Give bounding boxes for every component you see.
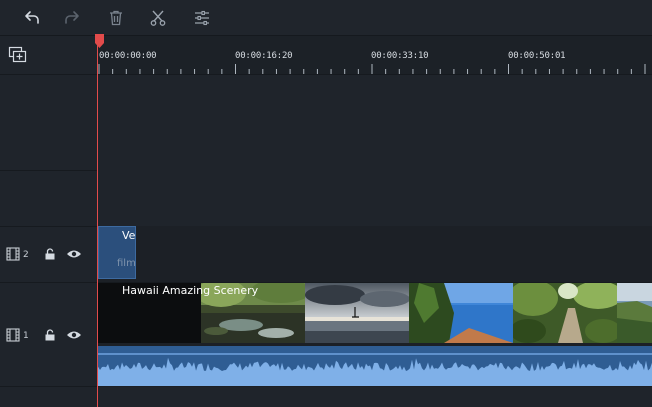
row-separator (0, 386, 98, 387)
track-2-lane (98, 226, 652, 282)
clip-title: Ve (122, 229, 136, 242)
film-icon (6, 247, 20, 261)
trash-icon (110, 10, 122, 26)
thumbnail-ocean-sunset (305, 283, 409, 343)
track-header-2: 2 (0, 244, 97, 264)
playhead-handle[interactable] (95, 34, 104, 48)
row-separator (0, 170, 98, 171)
ruler-timecode: 00:00:00:00 (99, 51, 157, 61)
playhead-line[interactable] (97, 34, 98, 407)
thumbnail-jungle-trail (513, 283, 617, 343)
track-header-1: 1 (0, 325, 97, 345)
ruler-timecode: 00:00:33:10 (371, 51, 429, 61)
add-track-button[interactable] (8, 46, 28, 64)
ruler-timecode: 00:00:50:01 (508, 51, 566, 61)
track-header-panel (0, 36, 97, 407)
toolbar (0, 0, 652, 36)
add-track-icon (8, 46, 27, 63)
delete-button[interactable] (106, 8, 126, 28)
redo-icon (65, 11, 79, 24)
sliders-icon (195, 10, 209, 26)
redo-button[interactable] (62, 8, 82, 28)
thumbnail-coast-cliff (409, 283, 513, 343)
eye-icon[interactable] (66, 248, 82, 260)
cut-button[interactable] (148, 8, 168, 28)
film-icon (6, 328, 20, 342)
ruler-ticks (98, 64, 646, 74)
track-number: 1 (23, 331, 29, 341)
unlock-icon[interactable] (44, 329, 56, 341)
adjust-button[interactable] (192, 8, 212, 28)
ruler-timecode: 00:00:16:20 (235, 51, 293, 61)
video-clip[interactable]: Hawaii Amazing Scenery (98, 283, 652, 343)
clip-title: Hawaii Amazing Scenery (122, 284, 259, 297)
unlock-icon[interactable] (44, 248, 56, 260)
undo-icon (25, 11, 39, 24)
clip-subtitle: film (117, 258, 136, 269)
audio-waveform (98, 357, 652, 386)
track-number: 2 (23, 250, 29, 260)
track-2-clip[interactable]: Ve film (98, 226, 136, 279)
thumbnail-green-cliffs (617, 283, 652, 343)
timeline-ruler[interactable]: 00:00:00:00 00:00:16:20 00:00:33:10 00:0… (98, 36, 652, 74)
audio-clip[interactable] (98, 346, 652, 386)
undo-button[interactable] (22, 8, 42, 28)
eye-icon[interactable] (66, 329, 82, 341)
scissors-icon (150, 10, 166, 26)
